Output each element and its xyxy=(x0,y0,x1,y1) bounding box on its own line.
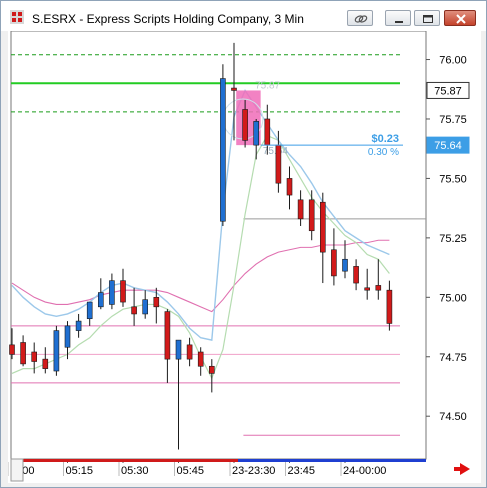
x-tick-label: 24-00:00 xyxy=(343,465,386,477)
title-bar: S.ESRX - Express Scripts Holding Company… xyxy=(1,1,486,31)
candle-body xyxy=(275,144,282,184)
candle-body xyxy=(186,344,193,360)
candle-body xyxy=(253,121,259,146)
minimize-icon xyxy=(395,21,403,23)
measure-change-label: $0.23 xyxy=(371,133,399,145)
minimize-button[interactable] xyxy=(385,10,411,26)
x-tick-label: 05:45 xyxy=(177,465,205,477)
maximize-button[interactable] xyxy=(414,10,440,26)
candle-body xyxy=(164,311,171,360)
candle-body xyxy=(20,342,26,365)
y-tick-label: 75.00 xyxy=(439,292,467,304)
y-tick-label: 75.50 xyxy=(439,173,467,185)
y-tick-label: 76.00 xyxy=(439,55,467,67)
y-tick-label: 75.25 xyxy=(439,233,467,245)
y-tick-label: 74.50 xyxy=(439,411,467,423)
candle-body xyxy=(342,258,348,272)
scroll-handle[interactable] xyxy=(10,458,24,482)
highlight-top-label: 75.87 xyxy=(255,80,280,91)
x-tick-label: 23-23:30 xyxy=(232,465,275,477)
candle-body xyxy=(153,297,160,308)
candle-body xyxy=(53,330,60,372)
x-tick-label: 23:45 xyxy=(288,465,316,477)
candle-body xyxy=(64,325,71,348)
candle-body xyxy=(353,266,359,284)
y-tick-label: 74.75 xyxy=(439,352,467,364)
measure-percent-label: 0.30 % xyxy=(368,147,399,158)
candle-body xyxy=(286,178,293,196)
candle-body xyxy=(308,199,315,232)
highlight-bottom-label: 75.64 xyxy=(263,146,288,157)
candle-body xyxy=(331,249,337,277)
chart-window: S.ESRX - Express Scripts Holding Company… xyxy=(0,0,487,488)
candlestick-chart[interactable]: 75.87 75.64 $0.23 0.30 % 76.00 75.75 75.50 75… xyxy=(7,30,481,483)
maximize-icon xyxy=(423,15,433,23)
candle-body xyxy=(86,301,93,320)
price-marker-label: 75.87 xyxy=(434,85,462,97)
candle-body xyxy=(386,289,393,324)
price-marker: 75.64 xyxy=(426,136,470,154)
candle-body xyxy=(209,365,215,374)
close-icon xyxy=(456,14,466,24)
close-button[interactable] xyxy=(444,10,476,26)
y-tick-label: 75.75 xyxy=(439,114,467,126)
candle-body xyxy=(231,87,237,91)
x-tick-label: 05:15 xyxy=(66,465,94,477)
chart-area[interactable]: 75.87 75.64 $0.23 0.30 % 76.00 75.75 75.50 75… xyxy=(7,30,481,483)
candle-body xyxy=(31,351,38,362)
candle-body xyxy=(75,320,82,331)
candle xyxy=(220,64,226,226)
price-marker-label: 75.64 xyxy=(434,140,462,152)
price-marker: 75.87 xyxy=(426,81,470,99)
candle-body xyxy=(242,109,248,141)
app-logo-icon xyxy=(10,10,24,24)
link-icon xyxy=(354,15,368,23)
candle-body xyxy=(297,199,304,220)
session-strip-red xyxy=(11,459,238,462)
candle-body xyxy=(197,351,204,367)
x-tick-label: 05:30 xyxy=(121,465,149,477)
candle-body xyxy=(175,339,182,360)
plot-frame xyxy=(10,30,427,460)
window-title: S.ESRX - Express Scripts Holding Company… xyxy=(32,12,304,26)
candle-body xyxy=(142,299,148,315)
candle-body xyxy=(264,118,271,146)
scroll-right-arrow-icon[interactable] xyxy=(454,463,470,475)
candle-body xyxy=(9,344,15,355)
candle-body xyxy=(364,287,371,291)
link-button[interactable] xyxy=(347,10,373,26)
candle xyxy=(53,325,60,376)
candle-body xyxy=(131,306,137,315)
candle-body xyxy=(109,280,115,305)
candle-body xyxy=(120,280,126,303)
candle-body xyxy=(42,358,49,369)
candle-body xyxy=(319,201,326,253)
candle-body xyxy=(375,285,382,291)
candle-body xyxy=(220,78,226,222)
candle-body xyxy=(98,292,104,308)
